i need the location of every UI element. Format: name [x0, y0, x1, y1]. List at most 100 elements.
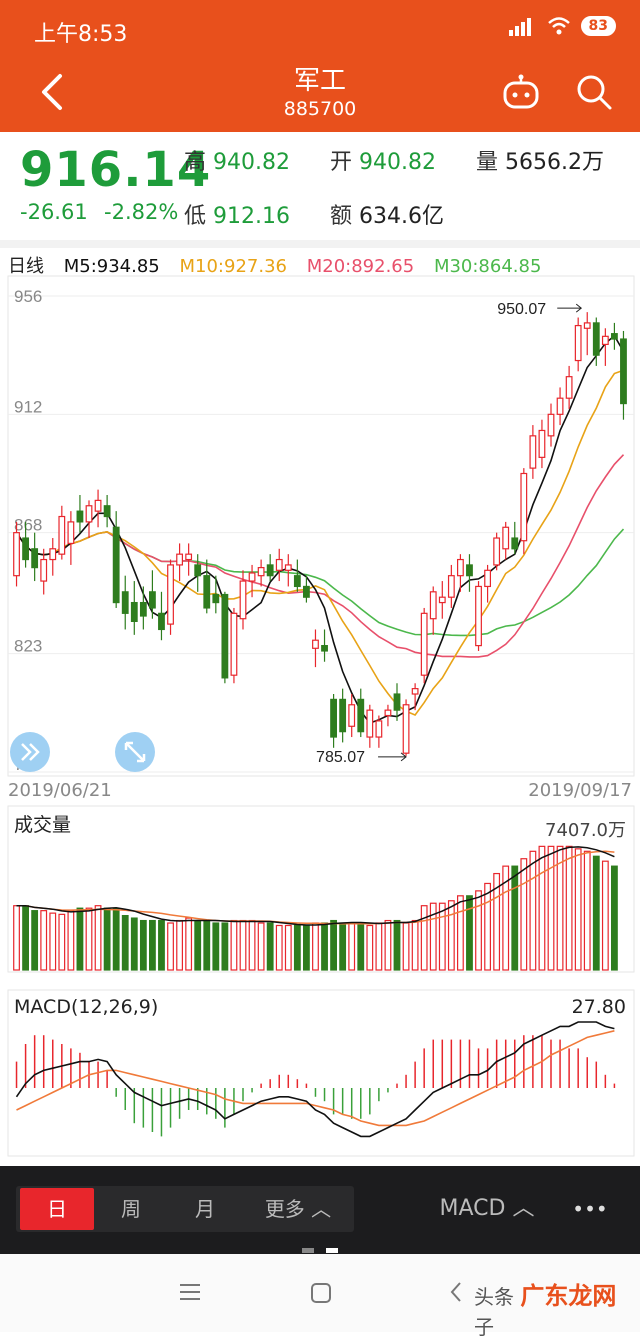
volume-bar — [266, 922, 274, 971]
candle-body — [411, 688, 419, 695]
price-change-percent: -2.82% — [104, 200, 179, 224]
volume-bar — [565, 845, 573, 971]
volume-bar — [257, 922, 265, 971]
menu-icon[interactable] — [178, 1282, 202, 1302]
volume-bar — [185, 917, 193, 971]
volume-bar — [303, 924, 310, 971]
candle-body — [275, 558, 283, 571]
quote-panel: 916.14 -26.61 -2.82% 高 940.82 开 940.82 量… — [0, 132, 640, 242]
volume-bar — [85, 907, 93, 971]
volume-bar — [167, 922, 174, 971]
candle-body — [13, 532, 20, 577]
volume-chart[interactable] — [0, 804, 640, 984]
volume-bar — [212, 922, 220, 971]
volume-bar — [457, 895, 464, 971]
current-price: 916.14 — [20, 142, 212, 198]
candle-body — [520, 472, 528, 542]
tab-month[interactable]: 月 — [168, 1188, 242, 1230]
candle-body — [239, 580, 247, 620]
candle-body — [167, 564, 174, 625]
volume-bar — [139, 919, 147, 971]
candle-body — [185, 553, 193, 561]
candle-body — [366, 709, 374, 738]
candle-body — [357, 698, 365, 733]
more-menu-button[interactable]: ••• — [560, 1188, 620, 1230]
robot-assistant-icon[interactable] — [500, 74, 542, 110]
high-field: 高 940.82 — [184, 144, 290, 176]
volume-bar — [384, 919, 392, 971]
volume-bar — [31, 910, 39, 971]
candle-body — [447, 575, 455, 598]
candle-body — [429, 591, 437, 620]
low-arrow — [378, 752, 407, 762]
candlestick-chart[interactable]: 956912868823779950.07785.07 — [0, 272, 640, 792]
candle-body — [312, 639, 319, 649]
battery-indicator: 83 — [580, 16, 616, 36]
back-nav-icon[interactable] — [448, 1280, 464, 1304]
price-change: -26.61 — [20, 200, 88, 224]
collapse-panel-button[interactable] — [10, 732, 50, 772]
volume-bar — [520, 858, 528, 971]
candle-body — [112, 526, 120, 604]
tab-more[interactable]: 更多 ︿ — [250, 1188, 346, 1230]
candle-body — [67, 521, 75, 545]
tab-week[interactable]: 周 — [94, 1188, 168, 1230]
candle-body — [58, 515, 66, 555]
candle-body — [384, 709, 392, 717]
candle-body — [348, 704, 356, 727]
ma5-line — [15, 334, 625, 725]
indicator-selector[interactable]: MACD ︿ — [432, 1188, 542, 1230]
volume-bar — [393, 919, 401, 971]
y-tick-label: 868 — [14, 516, 42, 535]
volume-bar — [112, 907, 120, 971]
candle-body — [556, 397, 564, 415]
candle-body — [49, 548, 57, 561]
candle-body — [94, 499, 102, 512]
candle-body — [31, 548, 39, 569]
volume-bar — [484, 882, 491, 971]
candle-body — [221, 593, 229, 679]
volume-bar — [130, 917, 138, 971]
candle-body — [284, 564, 292, 571]
volume-bar — [284, 924, 292, 971]
tab-day[interactable]: 日 — [20, 1188, 94, 1230]
candle-body — [592, 322, 600, 356]
candle-body — [529, 435, 537, 469]
volume-bar — [275, 924, 283, 971]
candle-body — [493, 537, 501, 566]
volume-bar — [239, 919, 247, 971]
volume-bar — [611, 865, 618, 971]
volume-bar — [58, 913, 66, 971]
candle-body — [139, 601, 147, 617]
candle-body — [85, 505, 93, 523]
candle-body — [40, 558, 48, 582]
candle-body — [158, 612, 165, 631]
volume-bar — [420, 905, 428, 971]
volume-bar — [293, 924, 301, 971]
volume-bar — [547, 845, 555, 971]
open-field: 开 940.82 — [330, 144, 436, 176]
fullscreen-button[interactable] — [115, 732, 155, 772]
ma30-line — [15, 528, 625, 637]
candle-body — [601, 335, 609, 346]
open-label: 开 — [330, 150, 353, 175]
watermark: 头条 广东龙网 子 — [474, 1276, 640, 1340]
home-icon[interactable] — [310, 1282, 332, 1304]
search-icon[interactable] — [574, 72, 614, 112]
page-title: 军工 — [293, 66, 346, 96]
app-header: 军工 885700 — [0, 56, 640, 132]
candle-body — [484, 569, 491, 588]
candle-body — [212, 593, 220, 604]
candle-body — [538, 429, 546, 458]
candle-body — [266, 564, 274, 577]
y-tick-label: 956 — [14, 287, 42, 306]
volume-bar — [556, 845, 564, 971]
volume-bar — [330, 919, 337, 971]
status-icons: 83 — [508, 16, 616, 36]
candle-body — [565, 376, 573, 399]
candle-body — [438, 596, 446, 604]
volume-bar — [511, 865, 519, 971]
low-value: 912.16 — [213, 204, 290, 229]
candle-body — [511, 537, 519, 550]
candle-body — [502, 526, 510, 550]
